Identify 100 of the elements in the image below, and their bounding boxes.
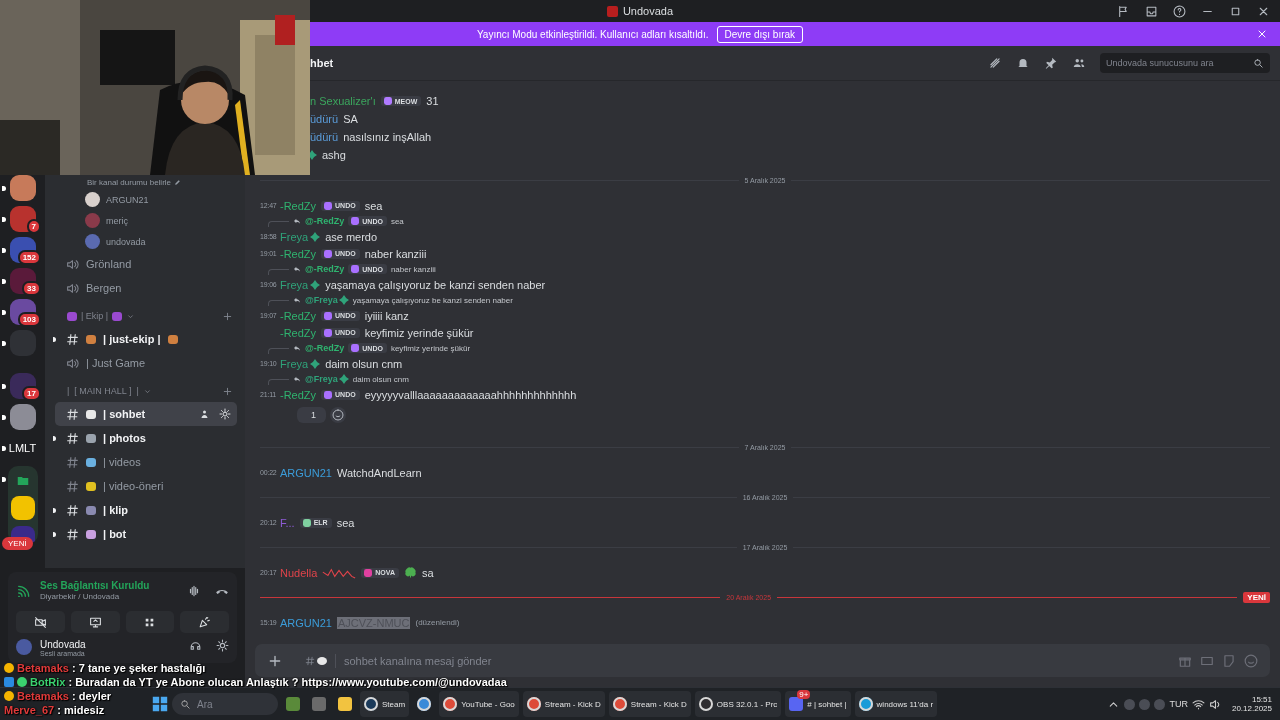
reply-text[interactable]: sea xyxy=(390,216,404,226)
disable-button[interactable]: Devre dışı bırak xyxy=(716,25,804,43)
reaction-button[interactable]: 1 xyxy=(297,407,326,423)
author-name[interactable]: ARGUN21 xyxy=(280,466,332,479)
channel-name[interactable]: | just-ekip | xyxy=(103,333,161,345)
add-reaction-icon[interactable] xyxy=(330,407,346,423)
members-icon[interactable] xyxy=(1072,56,1086,70)
author-name[interactable]: üdürü xyxy=(310,131,339,143)
author-name[interactable]: @Freya xyxy=(305,295,338,305)
clock-time[interactable]: 15:51 xyxy=(1251,695,1272,704)
channel-item[interactable]: | just-ekip | xyxy=(55,327,237,351)
inbox-icon[interactable] xyxy=(1145,4,1158,18)
author-name[interactable]: -RedZy xyxy=(280,326,317,339)
channel-item[interactable]: | bot xyxy=(55,522,237,546)
channel-name[interactable]: | Just Game xyxy=(86,357,146,369)
author-name[interactable]: ARGUN21 xyxy=(280,616,332,629)
author-name[interactable]: Freya xyxy=(280,357,309,370)
author-name[interactable]: @-RedZy xyxy=(305,216,345,226)
reply-text[interactable]: keyfimiz yerinde şükür xyxy=(390,343,471,353)
plus-icon[interactable] xyxy=(222,385,233,397)
headphones-icon[interactable] xyxy=(189,639,202,652)
search-field[interactable]: Undovada sunucusunu ara xyxy=(1100,53,1270,73)
channel-status-prompt[interactable]: Bir kanal durumu belirle xyxy=(87,177,172,187)
settings-icon[interactable] xyxy=(216,639,229,652)
author-name[interactable]: -RedZy xyxy=(280,247,317,260)
author-name[interactable]: @Freya xyxy=(305,374,338,384)
taskbar-app[interactable]: OBS 32.0.1 - Prc xyxy=(694,691,782,717)
author-name[interactable]: F... xyxy=(280,516,295,529)
windows-start-icon[interactable] xyxy=(152,696,168,712)
search-input[interactable]: Ara xyxy=(197,698,270,710)
channel-item[interactable]: | photos xyxy=(55,426,237,450)
language-indicator[interactable]: TUR xyxy=(1169,699,1188,709)
channel-item[interactable]: | videos xyxy=(55,450,237,474)
user-avatar[interactable] xyxy=(85,192,100,207)
voice-member-name[interactable]: ARGUN21 xyxy=(106,194,149,205)
server-icon[interactable] xyxy=(9,404,36,430)
taskbar-app[interactable]: YouTube - Goo xyxy=(439,691,519,717)
wifi-icon[interactable] xyxy=(1191,697,1205,711)
reply-text[interactable]: daim olsun cnm xyxy=(352,374,409,384)
channel-item[interactable]: | video-öneri xyxy=(55,474,237,498)
plus-icon[interactable] xyxy=(222,310,233,322)
category-name[interactable]: | Ekip | xyxy=(81,311,109,321)
taskbar-app[interactable]: windows 11'da r xyxy=(854,691,938,717)
close-icon[interactable] xyxy=(1256,28,1268,40)
voice-member-name[interactable]: undovada xyxy=(106,236,146,247)
help-icon[interactable] xyxy=(1173,4,1186,18)
clock-date[interactable]: 20.12.2025 xyxy=(1231,704,1272,713)
channel-name[interactable]: Bergen xyxy=(86,282,122,294)
voice-status[interactable]: Ses Bağlantısı Kuruldu xyxy=(40,580,173,591)
channel-item[interactable]: | klip xyxy=(55,498,237,522)
search-field[interactable]: Ara xyxy=(172,693,278,715)
voice-location[interactable]: Diyarbekir / Undovada xyxy=(40,592,173,601)
author-name[interactable]: Freya xyxy=(280,230,309,243)
author-name[interactable]: Freya xyxy=(280,278,309,291)
channel-name[interactable]: | sohbet xyxy=(103,408,146,420)
server-icon[interactable] xyxy=(9,175,36,201)
author-name[interactable]: n Sexualizer'ı xyxy=(310,95,376,107)
bell-icon[interactable] xyxy=(1016,56,1030,70)
channel-name[interactable]: | klip xyxy=(103,504,129,516)
author-name[interactable]: Nudella xyxy=(280,566,318,579)
author-name[interactable]: -RedZy xyxy=(280,388,317,401)
search-input[interactable]: Undovada sunucusunu ara xyxy=(1106,58,1253,68)
author-name[interactable]: -RedZy xyxy=(280,199,317,212)
channel-name[interactable]: Grönland xyxy=(86,258,132,270)
camera-button[interactable] xyxy=(16,611,65,633)
reply-text[interactable]: naber kanziii xyxy=(390,264,436,274)
volume-icon[interactable] xyxy=(1208,697,1222,711)
folder-icon[interactable] xyxy=(15,474,30,488)
taskbar-app[interactable]: Steam xyxy=(360,691,410,717)
soundboard-button[interactable] xyxy=(180,611,229,633)
reply-text[interactable]: yaşamaya çalışıyoruz be kanzi senden naber xyxy=(352,295,513,305)
server-icon[interactable] xyxy=(10,496,35,520)
channel-item[interactable]: Bergen xyxy=(55,276,237,300)
channel-name[interactable]: | photos xyxy=(103,432,146,444)
voice-member-name[interactable]: meriç xyxy=(106,215,128,226)
channel-item[interactable]: Grönland xyxy=(55,252,237,276)
channel-item[interactable]: | Just Game xyxy=(55,351,237,375)
category-name[interactable]: | [ MAIN HALL ] | xyxy=(67,386,139,396)
threads-icon[interactable] xyxy=(988,56,1002,70)
channel-item[interactable]: | sohbet xyxy=(55,402,237,426)
author-name[interactable]: @-RedZy xyxy=(305,264,345,274)
server-name[interactable]: LMLT xyxy=(8,435,37,461)
settings-icon[interactable] xyxy=(219,408,231,420)
channel-name[interactable]: | bot xyxy=(103,528,127,540)
channel-name[interactable]: | videos xyxy=(103,456,141,468)
channel-name[interactable]: | video-öneri xyxy=(103,480,164,492)
taskbar-app[interactable]: Stream - Kick D xyxy=(522,691,605,717)
author-name[interactable]: @-RedZy xyxy=(305,343,345,353)
author-name[interactable]: üdürü xyxy=(310,113,339,125)
noise-icon[interactable] xyxy=(187,583,201,598)
message-composer[interactable]: sohbet kanalına mesaj gönder xyxy=(255,644,1270,677)
message-field[interactable]: sohbet kanalına mesaj gönder xyxy=(344,654,1170,667)
screen-share-button[interactable] xyxy=(70,611,120,633)
server-folder[interactable] xyxy=(7,466,38,544)
flag-icon[interactable] xyxy=(1117,4,1130,18)
pin-icon[interactable] xyxy=(1044,56,1058,70)
taskbar-app[interactable]: 9+ # | sohbet | xyxy=(785,691,851,717)
activities-button[interactable] xyxy=(125,611,175,633)
taskbar-app[interactable]: Stream - Kick D xyxy=(608,691,691,717)
author-name[interactable]: -RedZy xyxy=(280,309,317,322)
